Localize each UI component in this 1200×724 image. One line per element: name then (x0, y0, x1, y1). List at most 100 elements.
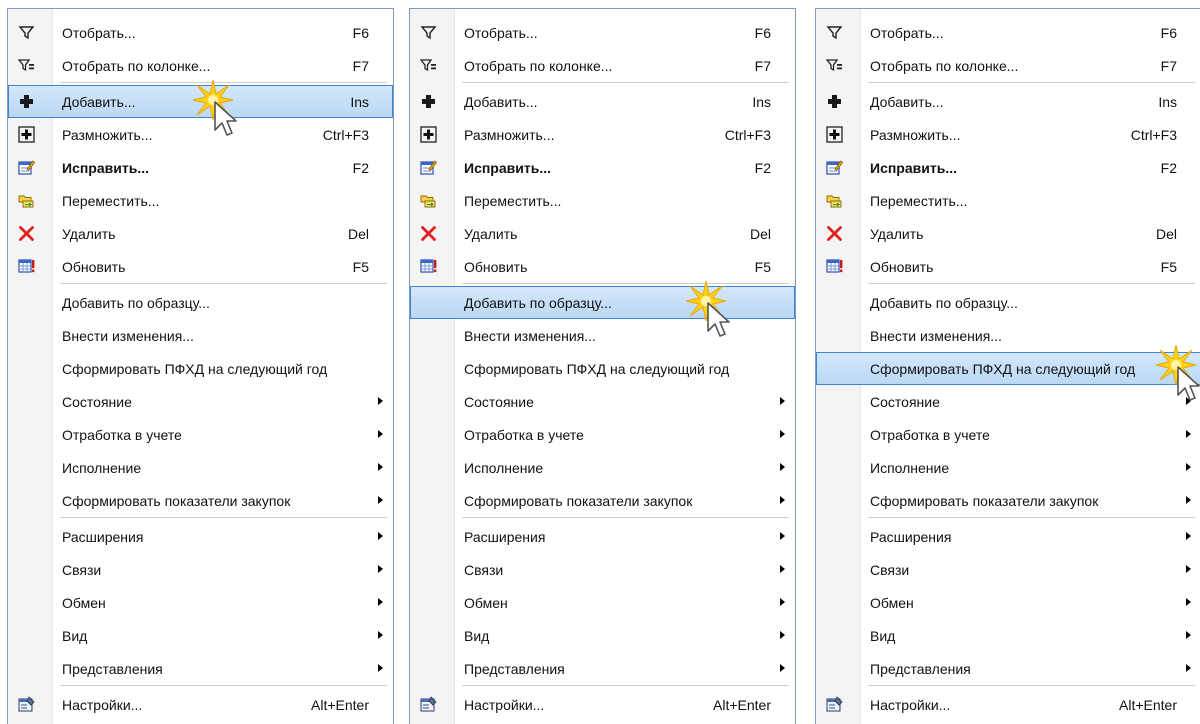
menu-item-label: Сформировать ПФХД на следующий год (62, 361, 328, 377)
menu-item-exchange[interactable]: Обмен (8, 586, 393, 619)
menu-item-form-pfhd[interactable]: Сформировать ПФХД на следующий год (410, 352, 795, 385)
menu-item-settings[interactable]: Настройки... Alt+Enter (816, 688, 1200, 721)
submenu-arrow-icon (378, 532, 383, 540)
menu-item-delete[interactable]: Удалить Del (410, 217, 795, 250)
menu-item-execution[interactable]: Исполнение (410, 451, 795, 484)
filter-icon (826, 24, 843, 41)
menu-item-purchase-indicators[interactable]: Сформировать показатели закупок (410, 484, 795, 517)
menu-item-label: Сформировать показатели закупок (62, 493, 291, 509)
menu-item-label: Отобрать... (464, 25, 538, 41)
shortcut-label: F6 (352, 25, 369, 41)
menu-item-add-by-sample[interactable]: Добавить по образцу... (410, 286, 795, 319)
menu-item-label: Настройки... (870, 697, 951, 713)
menu-item-refresh[interactable]: Обновить F5 (816, 250, 1200, 283)
menu-item-refresh[interactable]: Обновить F5 (410, 250, 795, 283)
menu-item-multiply[interactable]: Размножить... Ctrl+F3 (816, 118, 1200, 151)
menu-item-exchange[interactable]: Обмен (410, 586, 795, 619)
menu-item-label: Отработка в учете (464, 427, 584, 443)
add-icon (18, 93, 35, 110)
submenu-arrow-icon (378, 430, 383, 438)
menu-items: Отобрать... F6 Отобрать по колонке... F7 Доб… (410, 16, 795, 721)
menu-item-exchange[interactable]: Обмен (816, 586, 1200, 619)
menu-item-extensions[interactable]: Расширения (816, 520, 1200, 553)
menu-item-edit[interactable]: Исправить... F2 (816, 151, 1200, 184)
move-icon (18, 192, 35, 209)
menu-item-add[interactable]: Добавить... Ins (8, 85, 393, 118)
menu-item-settings[interactable]: Настройки... Alt+Enter (8, 688, 393, 721)
delete-icon (826, 225, 843, 242)
menu-item-execution[interactable]: Исполнение (816, 451, 1200, 484)
menu-item-add-by-sample[interactable]: Добавить по образцу... (816, 286, 1200, 319)
menu-item-make-changes[interactable]: Внести изменения... (410, 319, 795, 352)
menu-item-state[interactable]: Состояние (8, 385, 393, 418)
menu-item-add-by-sample[interactable]: Добавить по образцу... (8, 286, 393, 319)
menu-item-label: Отобрать по колонке... (870, 58, 1019, 74)
menu-item-label: Добавить... (62, 94, 136, 110)
menu-item-multiply[interactable]: Размножить... Ctrl+F3 (410, 118, 795, 151)
menu-item-filter-col[interactable]: Отобрать по колонке... F7 (8, 49, 393, 82)
menu-item-make-changes[interactable]: Внести изменения... (816, 319, 1200, 352)
move-icon (420, 192, 437, 209)
submenu-arrow-icon (378, 631, 383, 639)
refresh-icon (420, 258, 437, 275)
menu-item-label: Отобрать по колонке... (62, 58, 211, 74)
menu-item-label: Исправить... (870, 160, 957, 176)
menu-item-settings[interactable]: Настройки... Alt+Enter (410, 688, 795, 721)
menu-item-label: Исправить... (464, 160, 551, 176)
menu-item-label: Вид (464, 628, 490, 644)
submenu-arrow-icon (780, 631, 785, 639)
shortcut-label: F7 (352, 58, 369, 74)
menu-item-delete[interactable]: Удалить Del (816, 217, 1200, 250)
menu-item-delete[interactable]: Удалить Del (8, 217, 393, 250)
menu-item-accounting[interactable]: Отработка в учете (816, 418, 1200, 451)
submenu-arrow-icon (1186, 496, 1191, 504)
menu-item-add[interactable]: Добавить... Ins (816, 85, 1200, 118)
menu-item-links[interactable]: Связи (816, 553, 1200, 586)
menu-item-refresh[interactable]: Обновить F5 (8, 250, 393, 283)
menu-item-accounting[interactable]: Отработка в учете (8, 418, 393, 451)
menu-item-label: Исполнение (464, 460, 544, 476)
menu-item-extensions[interactable]: Расширения (410, 520, 795, 553)
menu-item-views[interactable]: Представления (8, 652, 393, 685)
submenu-arrow-icon (780, 598, 785, 606)
menu-item-label: Сформировать ПФХД на следующий год (464, 361, 730, 377)
menu-item-multiply[interactable]: Размножить... Ctrl+F3 (8, 118, 393, 151)
menu-item-execution[interactable]: Исполнение (8, 451, 393, 484)
menu-item-form-pfhd[interactable]: Сформировать ПФХД на следующий год (816, 352, 1200, 385)
menu-item-filter[interactable]: Отобрать... F6 (816, 16, 1200, 49)
menu-item-view[interactable]: Вид (8, 619, 393, 652)
menu-item-state[interactable]: Состояние (816, 385, 1200, 418)
menu-item-view[interactable]: Вид (410, 619, 795, 652)
menu-item-move[interactable]: Переместить... (816, 184, 1200, 217)
filter-icon (420, 24, 437, 41)
menu-item-purchase-indicators[interactable]: Сформировать показатели закупок (816, 484, 1200, 517)
menu-item-state[interactable]: Состояние (410, 385, 795, 418)
menu-item-purchase-indicators[interactable]: Сформировать показатели закупок (8, 484, 393, 517)
menu-item-move[interactable]: Переместить... (8, 184, 393, 217)
menu-item-filter-col[interactable]: Отобрать по колонке... F7 (816, 49, 1200, 82)
menu-item-label: Расширения (464, 529, 546, 545)
menu-item-edit[interactable]: Исправить... F2 (8, 151, 393, 184)
menu-item-add[interactable]: Добавить... Ins (410, 85, 795, 118)
menu-item-label: Добавить... (870, 94, 944, 110)
menu-item-filter[interactable]: Отобрать... F6 (8, 16, 393, 49)
menu-item-edit[interactable]: Исправить... F2 (410, 151, 795, 184)
menu-item-accounting[interactable]: Отработка в учете (410, 418, 795, 451)
delete-icon (420, 225, 437, 242)
settings-icon (420, 696, 437, 713)
menu-item-label: Состояние (464, 394, 534, 410)
menu-item-extensions[interactable]: Расширения (8, 520, 393, 553)
menu-item-views[interactable]: Представления (410, 652, 795, 685)
menu-item-filter[interactable]: Отобрать... F6 (410, 16, 795, 49)
menu-item-make-changes[interactable]: Внести изменения... (8, 319, 393, 352)
menu-item-links[interactable]: Связи (8, 553, 393, 586)
menu-item-move[interactable]: Переместить... (410, 184, 795, 217)
menu-item-form-pfhd[interactable]: Сформировать ПФХД на следующий год (8, 352, 393, 385)
shortcut-label: Ctrl+F3 (322, 127, 369, 143)
menu-item-view[interactable]: Вид (816, 619, 1200, 652)
menu-item-label: Исполнение (62, 460, 142, 476)
menu-item-links[interactable]: Связи (410, 553, 795, 586)
shortcut-label: F5 (352, 259, 369, 275)
menu-item-views[interactable]: Представления (816, 652, 1200, 685)
menu-item-filter-col[interactable]: Отобрать по колонке... F7 (410, 49, 795, 82)
